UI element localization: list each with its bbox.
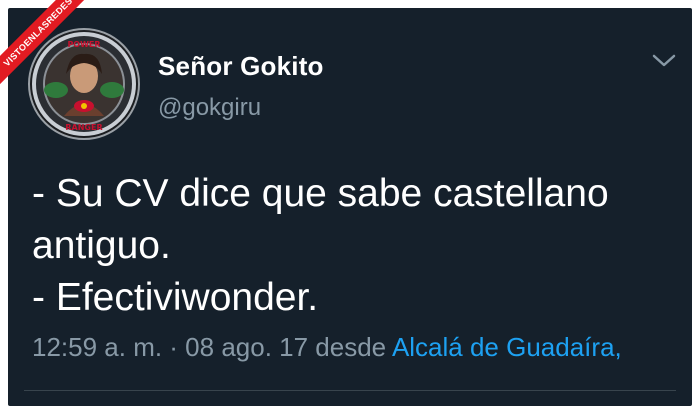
avatar[interactable]: POWER RANGER <box>28 28 140 140</box>
tweet-text-line: - Efectiviwonder. <box>32 276 319 319</box>
tweet-text: - Su CV dice que sabe castellano antiguo… <box>32 168 672 324</box>
screenshot-frame: POWER RANGER Señor Gokito @gokgiru - Su … <box>0 0 700 414</box>
power-rangers-coin-icon: POWER RANGER <box>32 32 136 136</box>
svg-text:POWER: POWER <box>67 40 100 49</box>
tweet-text-line: antiguo. <box>32 224 171 267</box>
tweet-location-link[interactable]: Alcalá de Guadaíra, <box>392 332 622 362</box>
tweet-metadata: 12:59 a. m. · 08 ago. 17 desde Alcalá de… <box>32 332 622 363</box>
divider <box>24 390 676 391</box>
tweet-timestamp[interactable]: 12:59 a. m. · 08 ago. 17 desde <box>32 332 386 362</box>
tweet-text-line: - Su CV dice que sabe castellano <box>32 172 609 215</box>
user-handle[interactable]: @gokgiru <box>158 94 261 122</box>
svg-text:RANGER: RANGER <box>65 123 102 132</box>
chevron-down-icon[interactable] <box>650 48 678 72</box>
tweet-card: POWER RANGER Señor Gokito @gokgiru - Su … <box>8 8 692 406</box>
display-name[interactable]: Señor Gokito <box>158 51 324 82</box>
